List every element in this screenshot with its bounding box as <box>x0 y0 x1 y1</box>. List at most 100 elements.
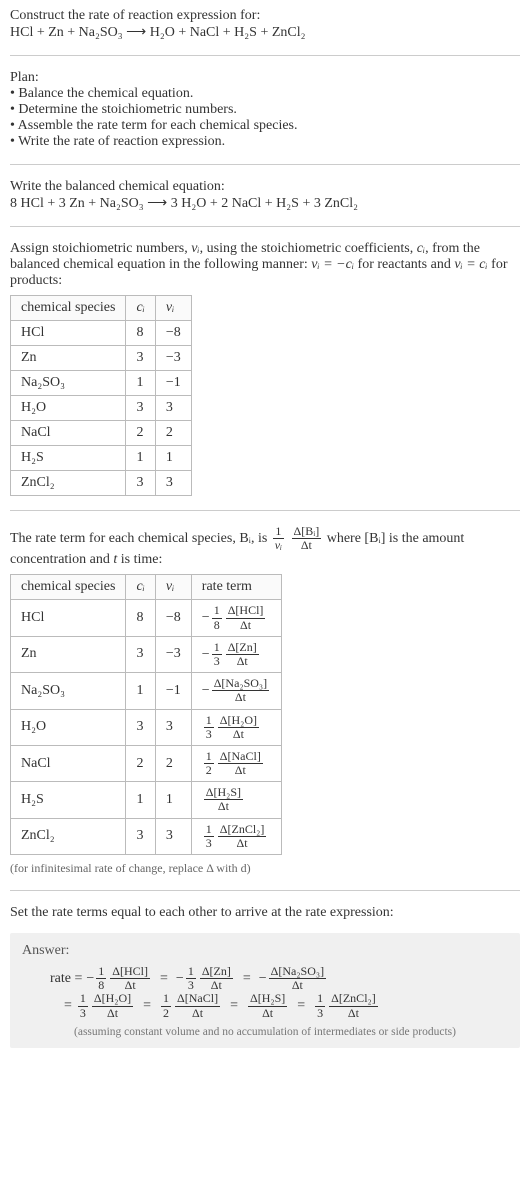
cell-ci: 2 <box>126 421 155 446</box>
unbalanced-equation: HCl + Zn + Na₂SO₃ ⟶ H₂O + NaCl + H₂S + Z… <box>10 24 520 41</box>
cell-species: ZnCl₂ <box>11 471 126 496</box>
cell-nui: 2 <box>155 421 191 446</box>
sign: − <box>176 971 184 986</box>
rate-term: Δ[H₂S]Δt <box>202 792 245 807</box>
coef-frac: 18 <box>96 965 106 992</box>
frac-num: 1 <box>78 992 88 1006</box>
frac-num: Δ[HCl] <box>110 965 150 979</box>
sign: − <box>259 971 267 986</box>
table-row: ZnCl₂3313Δ[ZnCl₂]Δt <box>11 818 282 854</box>
frac-den: Δt <box>248 1007 287 1020</box>
table-row: HCl8−8−18Δ[HCl]Δt <box>11 600 282 636</box>
plan-section: Plan: • Balance the chemical equation. •… <box>10 70 520 150</box>
frac-num: Δ[NaCl] <box>175 992 220 1006</box>
separator <box>10 55 520 56</box>
delta-frac: Δ[Zn]Δt <box>200 965 233 992</box>
rate-term: 13Δ[ZnCl₂]Δt <box>313 992 380 1019</box>
c-i: cᵢ <box>417 241 425 256</box>
answer-label: Answer: <box>22 943 508 959</box>
frac-den: 3 <box>212 655 222 668</box>
intro-text: Construct the rate of reaction expressio… <box>10 8 520 24</box>
frac-num: Δ[NaCl] <box>218 750 263 764</box>
frac-den: Δt <box>218 837 267 850</box>
delta-frac: Δ[Zn]Δt <box>226 641 259 668</box>
cell-nui: 2 <box>155 745 191 781</box>
cell-species: Na₂SO₃ <box>11 371 126 396</box>
delta-frac: Δ[NaCl]Δt <box>218 750 263 777</box>
rate-lead: rate = <box>50 971 82 987</box>
rate-table: chemical species cᵢ νᵢ rate term HCl8−8−… <box>10 574 282 855</box>
rate-term: 13Δ[ZnCl₂]Δt <box>202 829 269 844</box>
frac-num: 1 <box>315 992 325 1006</box>
cell-species: H₂S <box>11 782 126 818</box>
frac-den: Δt <box>292 539 322 552</box>
cell-rate: −Δ[Na₂SO₃]Δt <box>191 673 281 709</box>
cell-nui: 1 <box>155 782 191 818</box>
frac-num: 1 <box>204 823 214 837</box>
cell-species: Na₂SO₃ <box>11 673 126 709</box>
frac-den: Δt <box>212 691 269 704</box>
frac-den: Δt <box>329 1007 378 1020</box>
frac-num: Δ[H₂O] <box>218 714 259 728</box>
delta-frac: Δ[H₂O]Δt <box>92 992 133 1019</box>
stoich-section: Assign stoichiometric numbers, νᵢ, using… <box>10 241 520 496</box>
col-ci: cᵢ <box>126 296 155 321</box>
cell-rate: Δ[H₂S]Δt <box>191 782 281 818</box>
table-row: Zn3−3 <box>11 346 192 371</box>
balanced-equation: 8 HCl + 3 Zn + Na₂SO₃ ⟶ 3 H₂O + 2 NaCl +… <box>10 195 520 212</box>
delta-frac: Δ[H₂S]Δt <box>204 786 243 813</box>
plan-item: • Assemble the rate term for each chemic… <box>10 118 520 134</box>
cell-species: NaCl <box>11 745 126 781</box>
rate-term-section: The rate term for each chemical species,… <box>10 525 520 876</box>
frac-num: Δ[Zn] <box>226 641 259 655</box>
frac-num: Δ[Bᵢ] <box>292 525 322 539</box>
frac-den: Δt <box>226 655 259 668</box>
delta-frac: Δ[Na₂SO₃]Δt <box>212 677 269 704</box>
col-nui: νᵢ <box>155 296 191 321</box>
cell-nui: −3 <box>155 636 191 672</box>
col-species: chemical species <box>11 296 126 321</box>
balanced-section: Write the balanced chemical equation: 8 … <box>10 179 520 212</box>
coef-frac: 13 <box>78 992 88 1019</box>
table-row: Na₂SO₃1−1−Δ[Na₂SO₃]Δt <box>11 673 282 709</box>
equals: = <box>226 998 242 1014</box>
cell-nui: −3 <box>155 346 191 371</box>
frac-den: 3 <box>204 837 214 850</box>
cell-ci: 1 <box>126 446 155 471</box>
eq2: νᵢ = cᵢ <box>454 257 487 272</box>
coef-frac: 13 <box>204 714 214 741</box>
frac-den: Δt <box>92 1007 133 1020</box>
cell-rate: 12Δ[NaCl]Δt <box>191 745 281 781</box>
nu-i: νᵢ <box>191 241 199 256</box>
coef-frac: 13 <box>212 641 222 668</box>
delta-frac: Δ[HCl]Δt <box>226 604 266 631</box>
cell-nui: 3 <box>155 471 191 496</box>
cell-species: HCl <box>11 321 126 346</box>
table-header-row: chemical species cᵢ νᵢ rate term <box>11 575 282 600</box>
cell-ci: 1 <box>126 673 155 709</box>
rate-term: −Δ[Na₂SO₃]Δt <box>202 683 271 698</box>
coef-frac: 12 <box>204 750 214 777</box>
rate-term: −13Δ[Zn]Δt <box>176 965 235 992</box>
cell-species: H₂O <box>11 396 126 421</box>
sign: − <box>202 610 210 625</box>
rate-outer-frac: 1 νᵢ <box>273 525 284 552</box>
table-row: NaCl2212Δ[NaCl]Δt <box>11 745 282 781</box>
col-rate: rate term <box>191 575 281 600</box>
frac-den: 3 <box>204 728 214 741</box>
equals: = <box>156 971 172 987</box>
frac-num: Δ[HCl] <box>226 604 266 618</box>
frac-den: Δt <box>226 619 266 632</box>
rate-term: 13Δ[H₂O]Δt <box>76 992 135 1019</box>
rate-term: Δ[H₂S]Δt <box>246 992 289 1019</box>
cell-ci: 3 <box>126 636 155 672</box>
delta-frac: Δ[ZnCl₂]Δt <box>329 992 378 1019</box>
frac-num: 1 <box>204 714 214 728</box>
cell-nui: −8 <box>155 600 191 636</box>
cell-rate: 13Δ[ZnCl₂]Δt <box>191 818 281 854</box>
table-row: NaCl22 <box>11 421 192 446</box>
sign: − <box>202 683 210 698</box>
table-row: H₂S11Δ[H₂S]Δt <box>11 782 282 818</box>
cell-species: Zn <box>11 636 126 672</box>
rate-term-text: The rate term for each chemical species,… <box>10 525 520 568</box>
